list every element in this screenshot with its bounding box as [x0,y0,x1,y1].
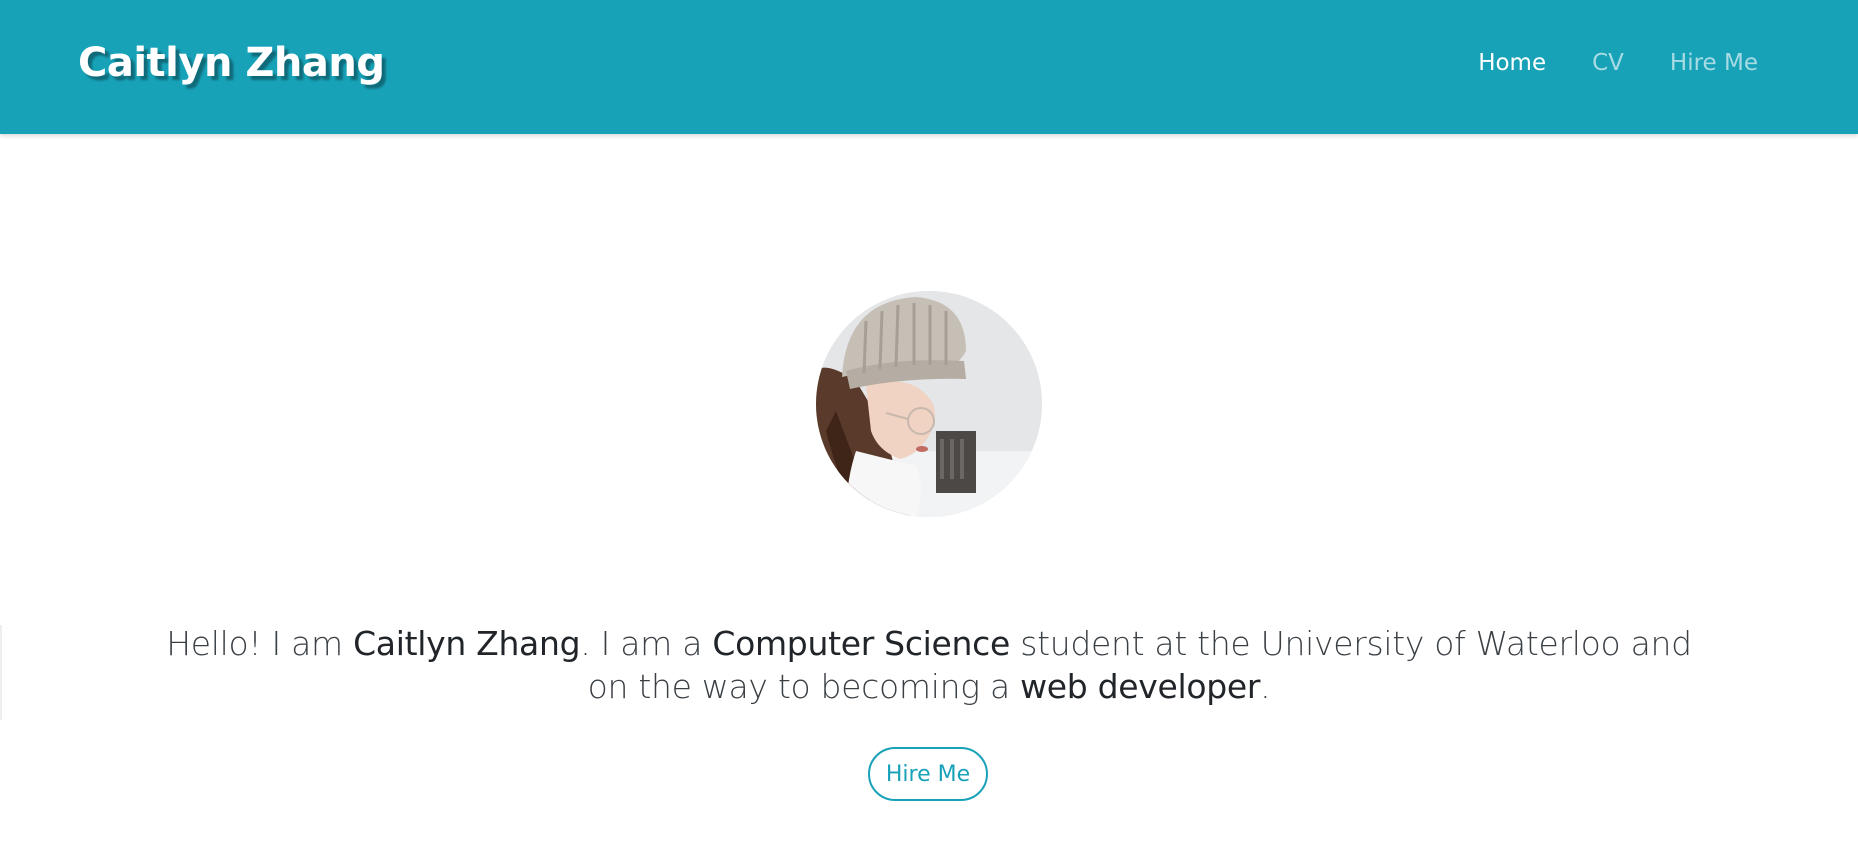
brand-logo[interactable]: Caitlyn Zhang [78,40,385,86]
intro-text: Hello! I am Caitlyn Zhang. I am a Comput… [150,622,1708,708]
hero-section: Hello! I am Caitlyn Zhang. I am a Comput… [0,134,1858,858]
intro-text-part: . [1260,667,1271,706]
hire-me-button[interactable]: Hire Me [868,747,988,801]
edge-divider [0,625,2,720]
intro-name: Caitlyn Zhang [353,624,581,663]
profile-photo-image [816,291,1042,517]
profile-photo [816,291,1042,517]
nav-home-link[interactable]: Home [1478,50,1546,76]
navbar: Caitlyn Zhang Home CV Hire Me [0,0,1858,134]
intro-text-part: Hello! I am [166,624,354,663]
intro-text-part: . I am a [580,624,713,663]
nav-links: Home CV Hire Me [1478,50,1758,76]
nav-cv-link[interactable]: CV [1592,50,1624,76]
intro-major: Computer Science [712,624,1010,663]
nav-hire-me-link[interactable]: Hire Me [1670,50,1758,76]
intro-goal: web developer [1020,667,1261,706]
